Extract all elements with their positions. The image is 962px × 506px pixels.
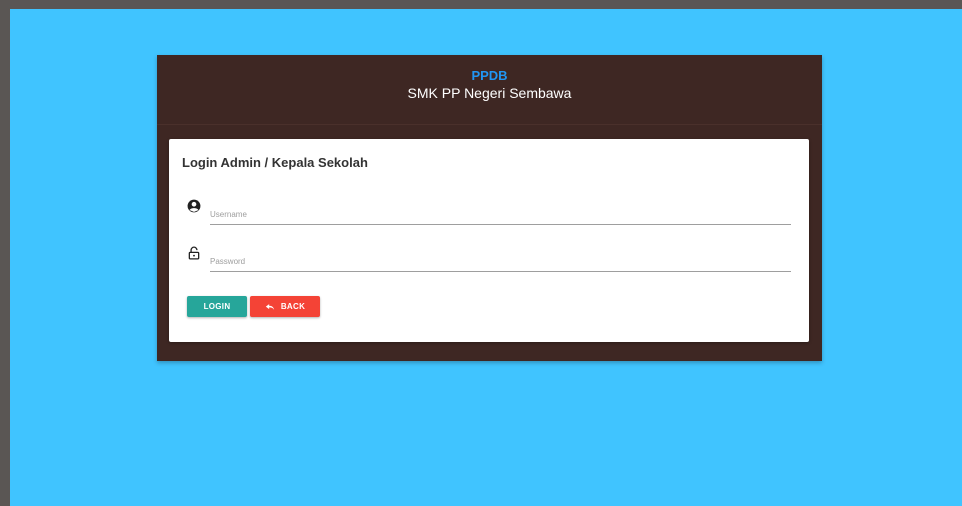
login-panel: PPDB SMK PP Negeri Sembawa Login Admin /… [157, 55, 822, 361]
user-circle-icon [187, 199, 203, 215]
lock-icon [187, 246, 203, 262]
page-background: PPDB SMK PP Negeri Sembawa Login Admin /… [10, 9, 962, 506]
login-button-label: LOGIN [203, 302, 231, 311]
brand-title: PPDB [471, 68, 508, 83]
password-input[interactable] [210, 246, 791, 271]
undo-icon [265, 303, 275, 310]
panel-header: PPDB SMK PP Negeri Sembawa [157, 55, 822, 125]
login-button[interactable]: LOGIN [187, 296, 247, 317]
card-title: Login Admin / Kepala Sekolah [182, 155, 368, 170]
school-name: SMK PP Negeri Sembawa [407, 85, 572, 101]
back-button[interactable]: BACK [250, 296, 320, 317]
username-input[interactable] [210, 199, 791, 224]
login-card: Login Admin / Kepala Sekolah Username LO… [169, 139, 809, 342]
password-input-wrap [210, 246, 791, 272]
back-button-label: BACK [280, 302, 306, 311]
username-field [187, 199, 791, 229]
password-field [187, 246, 791, 276]
username-input-wrap [210, 199, 791, 225]
